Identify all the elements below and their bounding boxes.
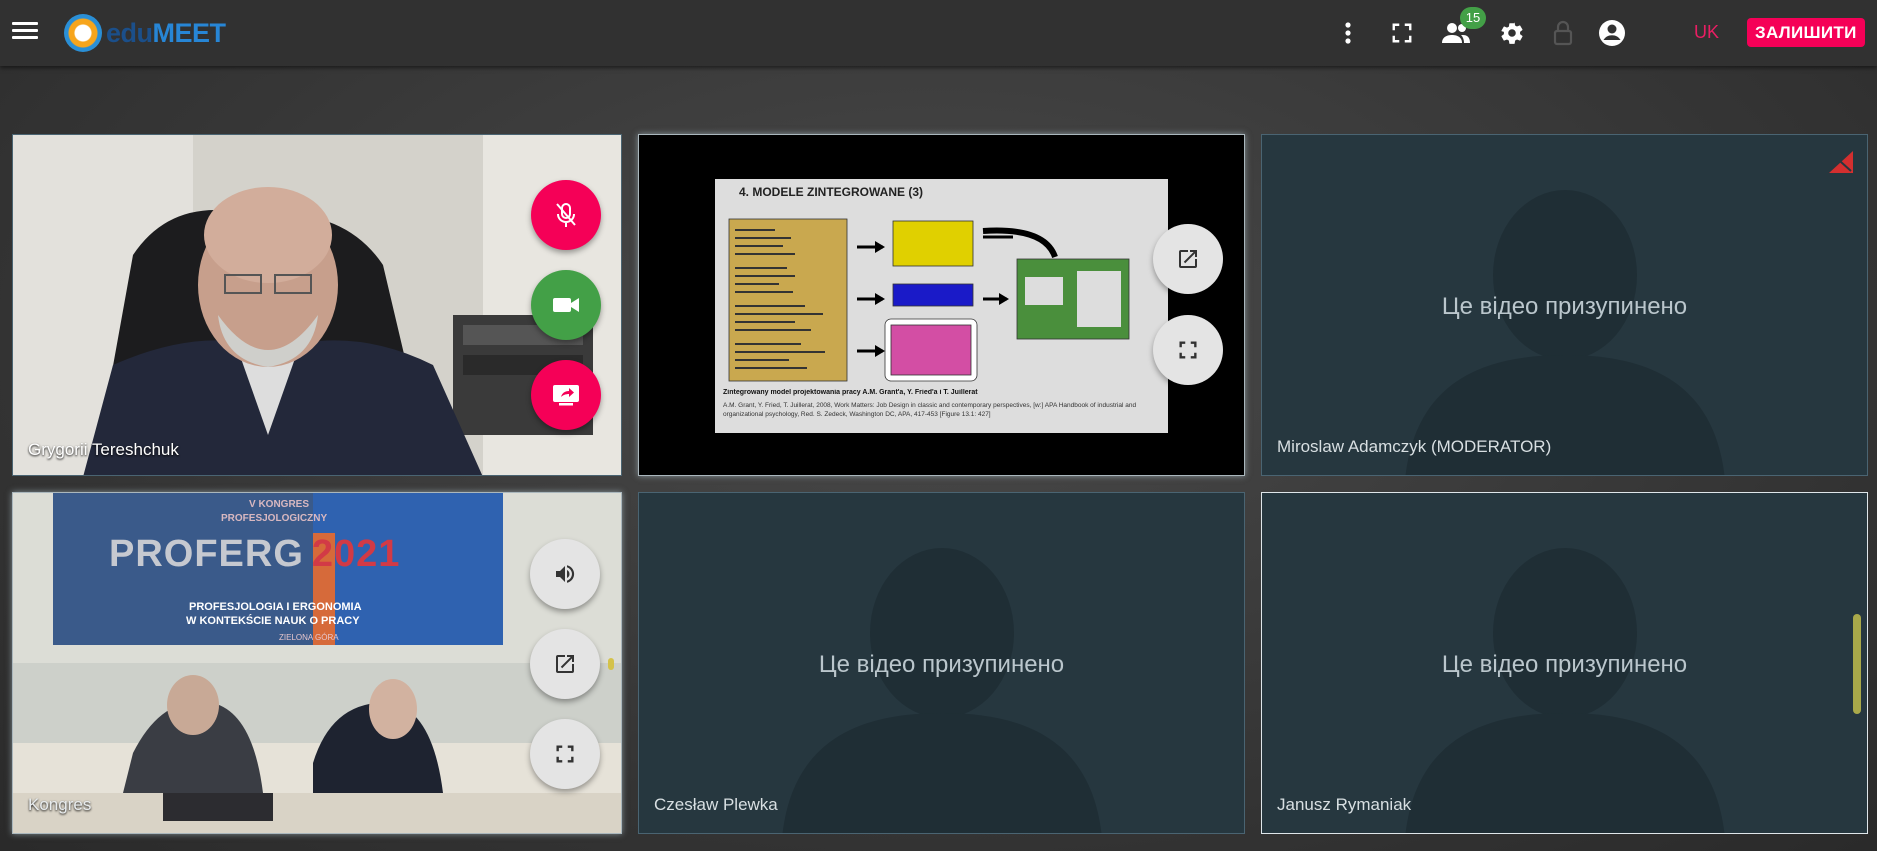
screen-share-tile[interactable]: 4. MODELE ZINTEGROWANE (3) Zintegrowany … (638, 134, 1245, 476)
scrollbar-thumb[interactable] (1853, 614, 1861, 714)
open-in-new-button[interactable] (530, 629, 600, 699)
banner-subtitle-1: PROFESJOLOGIA I ERGONOMIA (189, 601, 362, 613)
banner-subtitle-2: W KONTEKŚCIE NAUK O PRACY (186, 615, 360, 627)
toggle-video-button[interactable] (531, 270, 601, 340)
open-in-new-icon (1179, 250, 1197, 268)
participant-name: Czesław Plewka (654, 795, 778, 814)
banner-year: 2021 (311, 533, 401, 575)
video-tile-czeslaw[interactable]: Це відео призупинено Czesław Plewka (638, 492, 1245, 834)
video-paused-text: Це відео призупинено (1441, 293, 1688, 320)
network-signal-icon (1829, 151, 1853, 173)
fullscreen-tile-button[interactable] (1153, 315, 1223, 385)
top-bar: eduMEET 15 UK ЗАЛИШИТИ (0, 0, 1877, 66)
slide-citation: A.M. Grant, Y. Fried, T. Juillerat, 2008… (723, 402, 1137, 418)
screen-share-icon (553, 385, 579, 406)
leave-button[interactable]: ЗАЛИШИТИ (1747, 18, 1865, 47)
menu-icon[interactable] (10, 18, 40, 48)
participant-name: Janusz Rymaniak (1277, 795, 1412, 814)
settings-icon[interactable] (1496, 17, 1528, 49)
videocam-icon (553, 298, 579, 312)
logo: eduMEET (64, 14, 226, 52)
more-vert-icon[interactable] (1332, 17, 1364, 49)
banner-header-line-2: PROFESJOLOGICZNY (221, 513, 328, 524)
participants-count-badge: 15 (1460, 7, 1486, 29)
language-selector[interactable]: UK (1694, 22, 1719, 43)
mic-off-icon (556, 203, 576, 227)
participants-button[interactable]: 15 (1440, 7, 1486, 49)
video-tile-janusz[interactable]: Це відео призупинено Janusz Rymaniak (1261, 492, 1868, 834)
video-tile-miroslaw[interactable]: Це відео призупинено Miroslaw Adamczyk (… (1261, 134, 1868, 476)
banner-header-line-1: V KONGRES (249, 499, 310, 510)
share-screen-button[interactable] (531, 360, 601, 430)
avatar-silhouette (1405, 190, 1724, 475)
avatar-silhouette (1405, 548, 1724, 833)
account-icon[interactable] (1596, 17, 1628, 49)
fullscreen-icon[interactable] (1386, 17, 1418, 49)
banner-title: PROFERG (109, 533, 304, 575)
slide-caption: Zintegrowany model projektowania pracy A… (723, 389, 978, 396)
participant-name: Kongres (28, 795, 92, 814)
mute-mic-button[interactable] (531, 180, 601, 250)
logo-mark-icon (64, 14, 102, 52)
participant-name: Miroslaw Adamczyk (MODERATOR) (1277, 437, 1552, 456)
fullscreen-icon (1179, 341, 1197, 359)
lock-icon[interactable] (1547, 17, 1579, 49)
fullscreen-icon (556, 745, 574, 763)
open-in-new-button[interactable] (1153, 224, 1223, 294)
audio-level-indicator (608, 658, 614, 670)
video-paused-text: Це відео призупинено (818, 651, 1065, 678)
volume-up-icon (556, 565, 575, 583)
banner-place: ZIELONA GÓRA (279, 633, 339, 642)
presentation-slide: 4. MODELE ZINTEGROWANE (3) Zintegrowany … (715, 179, 1168, 433)
volume-button[interactable] (530, 539, 600, 609)
avatar-silhouette (782, 548, 1101, 833)
video-paused-text: Це відео призупинено (1441, 651, 1688, 678)
fullscreen-tile-button[interactable] (530, 719, 600, 789)
open-in-new-icon (556, 655, 574, 673)
brand-suffix: MEET (152, 17, 227, 48)
participant-name: Grygorii Tereshchuk (28, 440, 179, 459)
brand-prefix: edu (106, 17, 153, 48)
